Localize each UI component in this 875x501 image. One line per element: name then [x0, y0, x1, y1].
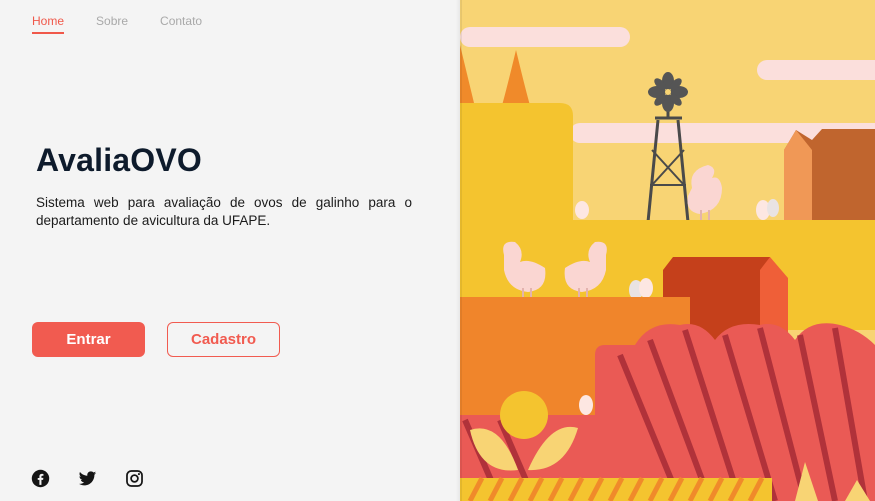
- red-field: [595, 323, 875, 501]
- top-nav: Home Sobre Contato: [32, 14, 234, 34]
- social-links: [31, 469, 144, 488]
- twitter-icon[interactable]: [78, 469, 97, 488]
- nav-sobre[interactable]: Sobre: [96, 14, 128, 34]
- page-title: AvaliaOVO: [36, 142, 203, 178]
- farm-scene-illustration: [460, 0, 875, 501]
- left-panel: Home Sobre Contato AvaliaOVO Sistema web…: [0, 0, 460, 501]
- nav-contato[interactable]: Contato: [160, 14, 202, 34]
- login-button[interactable]: Entrar: [32, 322, 145, 357]
- instagram-icon[interactable]: [125, 469, 144, 488]
- landing-page: Home Sobre Contato AvaliaOVO Sistema web…: [0, 0, 875, 501]
- signup-button[interactable]: Cadastro: [167, 322, 280, 357]
- nav-home[interactable]: Home: [32, 14, 65, 34]
- farm-illustration: [460, 0, 875, 501]
- panel-divider: [456, 0, 462, 501]
- facebook-icon[interactable]: [31, 469, 50, 488]
- page-description: Sistema web para avaliação de ovos de ga…: [36, 195, 412, 228]
